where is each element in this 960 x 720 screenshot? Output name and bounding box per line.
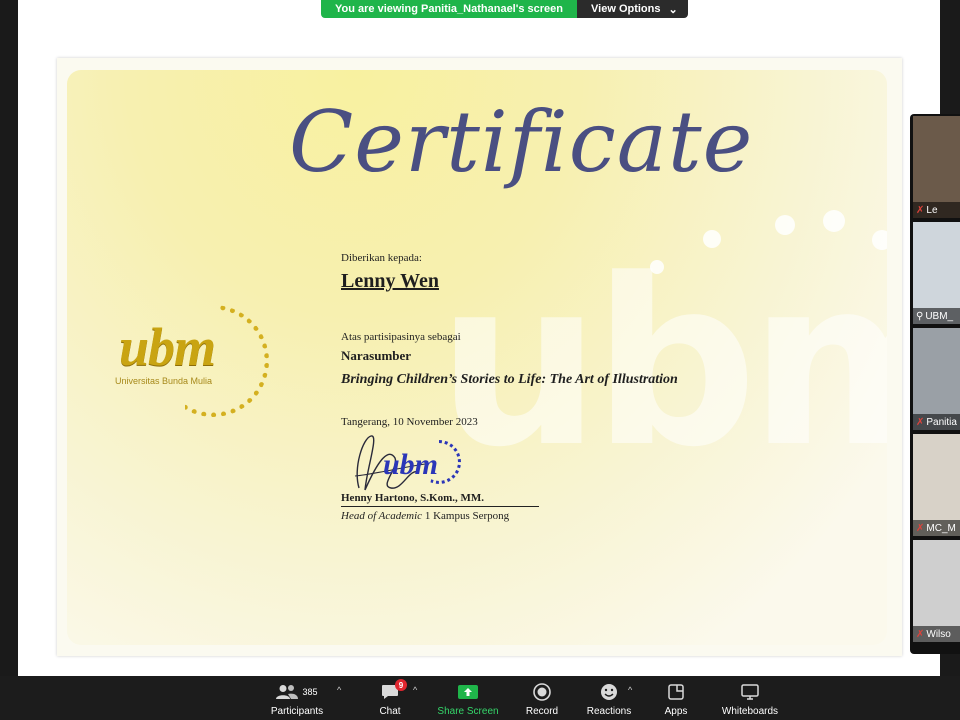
chat-badge: 9 — [395, 679, 407, 691]
apps-button[interactable]: Apps — [656, 676, 696, 720]
event-title: Bringing Children’s Stories to Life: The… — [341, 372, 678, 387]
decor-dot — [703, 230, 721, 248]
participant-thumb[interactable]: ⚲ UBM_ — [913, 222, 960, 324]
record-button[interactable]: Record — [520, 676, 564, 720]
record-icon-group — [533, 680, 551, 704]
participant-name: Panitia — [926, 416, 957, 428]
share-icon-group — [458, 680, 478, 704]
participant-thumb[interactable]: ✗ Panitia — [913, 328, 960, 430]
watermark-logo: ubm — [437, 231, 887, 498]
chat-label: Chat — [379, 706, 401, 717]
share-screen-label: Share Screen — [437, 706, 499, 717]
chat-options-caret[interactable]: ^ — [413, 685, 417, 695]
shared-screen: ubm Certificate ubm Universitas Bunda Mu… — [18, 0, 940, 676]
participant-thumb[interactable]: ✗ Wilso — [913, 540, 960, 642]
participant-name-bar: ✗ Le — [913, 202, 960, 218]
decor-dot — [650, 260, 664, 274]
apps-icon-group — [668, 680, 684, 704]
record-icon — [533, 683, 551, 701]
mic-muted-icon: ✗ — [916, 522, 925, 534]
participant-name-bar: ✗ MC_M — [913, 520, 960, 536]
share-screen-icon — [458, 685, 478, 699]
signer-title: Head of Academic 1 Kampus Serpong — [341, 510, 509, 522]
given-to-label: Diberikan kepada: — [341, 252, 422, 264]
viewing-text: You are viewing Panitia_Nathanael's scre… — [321, 0, 578, 18]
participants-options-caret[interactable]: ^ — [337, 685, 341, 695]
whiteboards-button[interactable]: Whiteboards — [716, 676, 784, 720]
record-label: Record — [525, 706, 559, 717]
reactions-button[interactable]: Reactions — [583, 676, 635, 720]
whiteboard-icon — [741, 684, 759, 700]
participant-name-bar: ⚲ UBM_ — [913, 308, 960, 324]
stamp-logo: ubm — [383, 448, 439, 481]
mic-muted-icon: ✗ — [916, 628, 925, 640]
participants-icon — [276, 685, 299, 699]
share-screen-button[interactable]: Share Screen — [434, 676, 502, 720]
chat-icon-group: 9 — [381, 679, 407, 704]
reactions-options-caret[interactable]: ^ — [628, 685, 632, 695]
whiteboards-label: Whiteboards — [721, 706, 779, 717]
reactions-label: Reactions — [586, 706, 632, 717]
meeting-toolbar: 385 Participants ^ 9 Chat ^ Share Screen… — [0, 676, 960, 720]
mic-muted-icon: ✗ — [916, 204, 925, 216]
participant-name: Wilso — [926, 628, 951, 640]
view-options-label: View Options — [591, 3, 661, 15]
chat-button[interactable]: 9 Chat — [368, 676, 412, 720]
participants-icon-group: 385 — [276, 680, 318, 704]
participants-button[interactable]: 385 Participants — [266, 676, 328, 720]
decor-dot — [775, 215, 795, 235]
participation-label: Atas partisipasinya sebagai — [341, 331, 461, 343]
decor-dot — [823, 210, 845, 232]
university-logo-subtext: Universitas Bunda Mulia — [115, 376, 213, 386]
pin-icon: ⚲ — [916, 310, 924, 322]
participant-thumbnails: ✗ Le ⚲ UBM_ ✗ Panitia ✗ MC_M ✗ Wilso — [910, 114, 960, 654]
participants-count: 385 — [302, 687, 318, 697]
mic-muted-icon: ✗ — [916, 416, 925, 428]
participant-name-bar: ✗ Panitia — [913, 414, 960, 430]
chevron-down-icon: ⌄ — [668, 3, 678, 16]
view-options-button[interactable]: View Options ⌄ — [577, 0, 688, 18]
recipient-name: Lenny Wen — [341, 270, 439, 292]
certificate-document: ubm Certificate ubm Universitas Bunda Mu… — [57, 58, 902, 656]
decor-dot — [872, 230, 887, 250]
smiley-icon — [601, 684, 617, 700]
whiteboard-icon-group — [741, 680, 759, 704]
certificate-card: ubm Certificate ubm Universitas Bunda Mu… — [67, 70, 887, 645]
role-label: Narasumber — [341, 348, 412, 363]
university-logo: ubm — [119, 317, 216, 377]
participant-name: Le — [926, 204, 938, 216]
signer-title-rest: 1 Kampus Serpong — [422, 510, 510, 522]
signer-name: Henny Hartono, S.Kom., MM. — [341, 492, 484, 504]
reactions-icon-group — [600, 680, 618, 704]
place-date: Tangerang, 10 November 2023 — [341, 416, 478, 428]
participant-name: UBM_ — [925, 310, 954, 322]
certificate-title: Certificate — [289, 93, 754, 191]
screen-share-banner: You are viewing Panitia_Nathanael's scre… — [321, 0, 688, 18]
participant-name: MC_M — [926, 522, 956, 534]
participants-label: Participants — [270, 706, 324, 717]
apps-label: Apps — [664, 706, 688, 717]
participant-thumb[interactable]: ✗ MC_M — [913, 434, 960, 536]
participant-name-bar: ✗ Wilso — [913, 626, 960, 642]
participant-thumb[interactable]: ✗ Le — [913, 116, 960, 218]
signature-line — [341, 506, 539, 507]
apps-icon — [668, 684, 684, 700]
signer-title-italic: Head of Academic — [341, 510, 423, 522]
